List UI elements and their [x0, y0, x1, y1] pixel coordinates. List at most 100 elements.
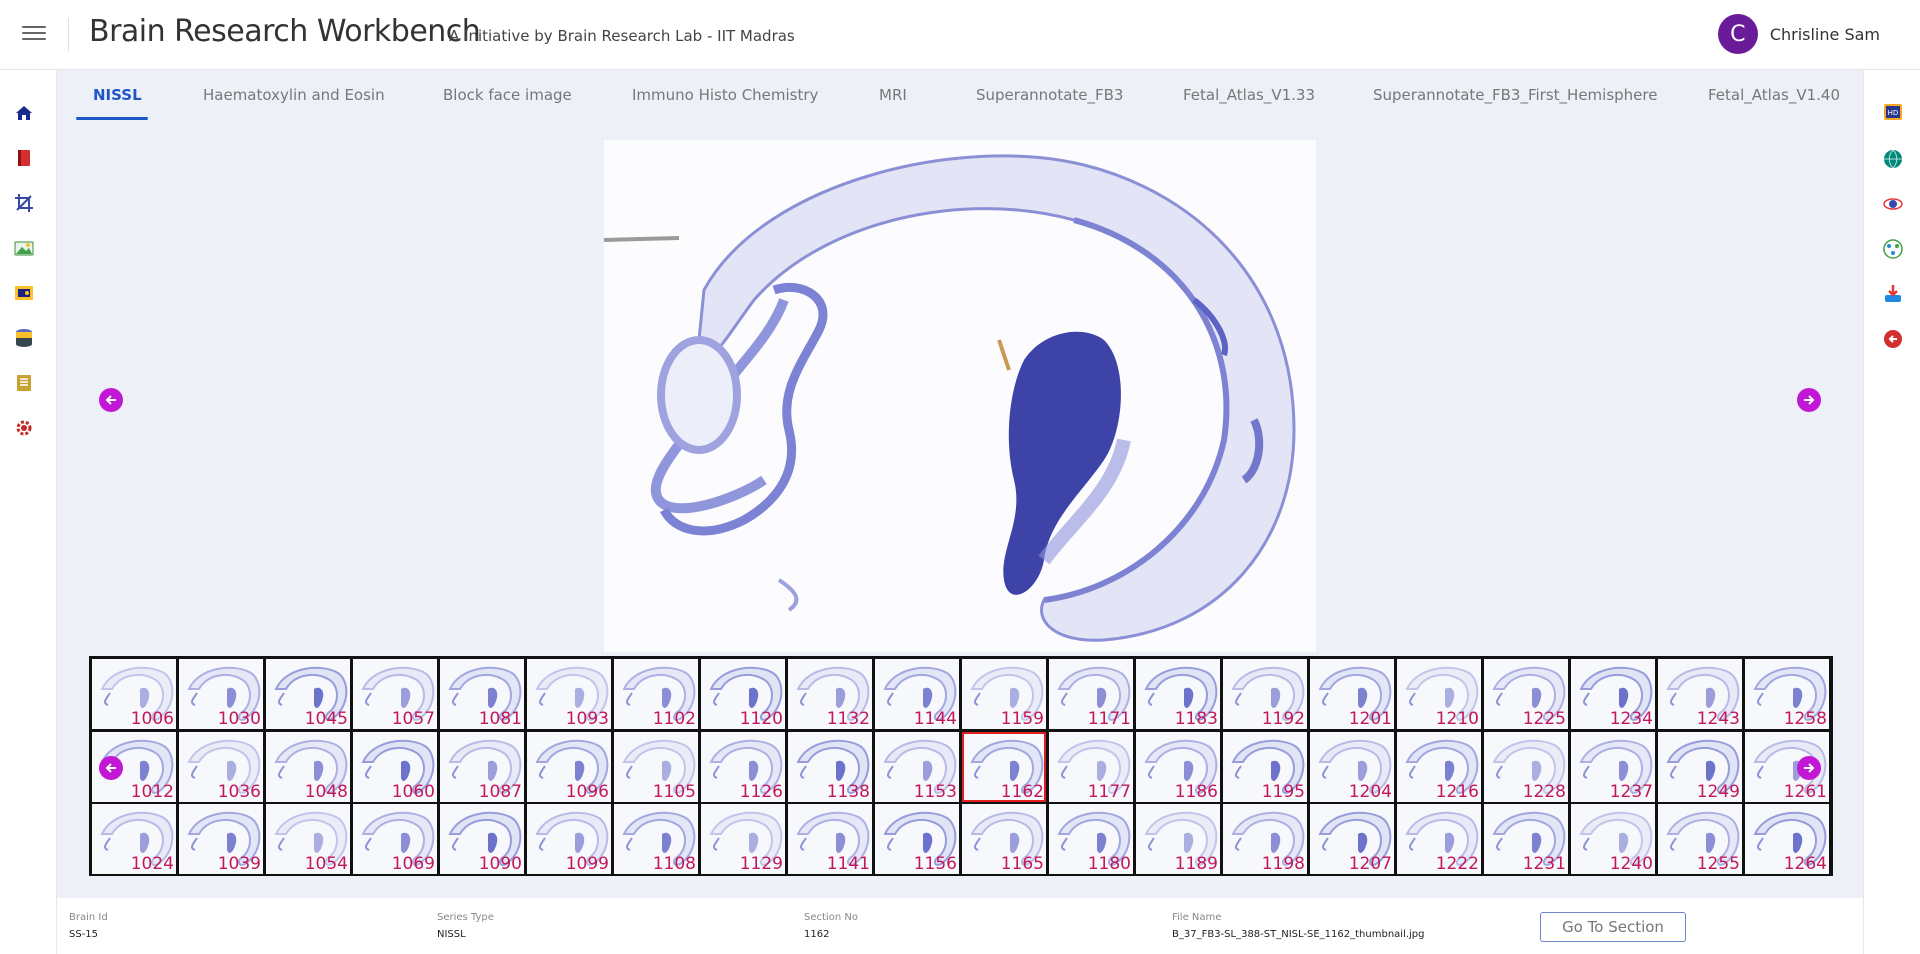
- tab-nissl[interactable]: NISSL: [93, 86, 142, 104]
- tab-immuno-histo-chemistry[interactable]: Immuno Histo Chemistry: [632, 86, 818, 104]
- go-to-section-button[interactable]: Go To Section: [1540, 912, 1686, 942]
- section-thumbnail[interactable]: 1255: [1658, 804, 1742, 875]
- slides-icon[interactable]: [14, 283, 34, 303]
- section-thumbnail[interactable]: 1129: [701, 804, 785, 875]
- thumbnail-section-number: 1090: [478, 854, 522, 875]
- section-thumbnail[interactable]: 1087: [440, 731, 524, 802]
- tab-superannotate-fb3-first-hemisphere[interactable]: Superannotate_FB3_First_Hemisphere: [1373, 86, 1657, 104]
- section-thumbnail[interactable]: 1144: [875, 659, 959, 729]
- section-thumbnail[interactable]: 1069: [353, 804, 437, 875]
- section-thumbnail[interactable]: 1141: [788, 804, 872, 875]
- section-thumbnail[interactable]: 1216: [1397, 731, 1481, 802]
- section-thumbnail[interactable]: 1234: [1571, 659, 1655, 729]
- crop-icon[interactable]: [14, 193, 34, 213]
- hd-icon[interactable]: HD: [1882, 101, 1904, 123]
- previous-section-arrow-icon[interactable]: [99, 388, 123, 412]
- section-thumbnail[interactable]: 1201: [1310, 659, 1394, 729]
- section-thumbnail[interactable]: 1048: [266, 731, 350, 802]
- settings-gear-icon[interactable]: [14, 418, 34, 438]
- section-thumbnail[interactable]: 1237: [1571, 731, 1655, 802]
- section-thumbnail[interactable]: 1060: [353, 731, 437, 802]
- back-arrow-icon[interactable]: [1882, 328, 1904, 350]
- section-thumbnail[interactable]: 1024: [92, 804, 176, 875]
- section-thumbnail[interactable]: 1192: [1223, 659, 1307, 729]
- section-thumbnail[interactable]: 1162: [962, 731, 1046, 802]
- section-thumbnail[interactable]: 1036: [179, 731, 263, 802]
- download-icon[interactable]: [1882, 283, 1904, 305]
- section-thumbnail[interactable]: 1120: [701, 659, 785, 729]
- database-icon[interactable]: [14, 328, 34, 348]
- section-thumbnail[interactable]: 1249: [1658, 731, 1742, 802]
- section-thumbnail[interactable]: 1054: [266, 804, 350, 875]
- section-thumbnail[interactable]: 1006: [92, 659, 176, 729]
- section-thumbnail[interactable]: 1264: [1745, 804, 1829, 875]
- section-thumbnail[interactable]: 1153: [875, 731, 959, 802]
- notebook-icon[interactable]: [14, 373, 34, 393]
- avatar[interactable]: C: [1717, 14, 1758, 54]
- tab-mri[interactable]: MRI: [879, 86, 907, 104]
- section-thumbnail[interactable]: 1243: [1658, 659, 1742, 729]
- section-thumbnail[interactable]: 1138: [788, 731, 872, 802]
- section-thumbnail[interactable]: 1132: [788, 659, 872, 729]
- section-thumbnail[interactable]: 1081: [440, 659, 524, 729]
- globe-icon[interactable]: [1882, 148, 1904, 170]
- tab-haematoxylin-eosin[interactable]: Haematoxylin and Eosin: [203, 86, 385, 104]
- section-thumbnail[interactable]: 1057: [353, 659, 437, 729]
- user-menu[interactable]: C Chrisline Sam: [1717, 14, 1880, 54]
- section-thumbnail[interactable]: 1039: [179, 804, 263, 875]
- section-thumbnail[interactable]: 1225: [1484, 659, 1568, 729]
- image-gallery-icon[interactable]: [14, 238, 34, 258]
- section-thumbnail[interactable]: 1222: [1397, 804, 1481, 875]
- section-thumbnail[interactable]: 1189: [1136, 804, 1220, 875]
- section-thumbnail[interactable]: 1099: [527, 804, 611, 875]
- thumbnails-next-arrow-icon[interactable]: [1797, 756, 1821, 780]
- brain-section-image: [604, 140, 1316, 652]
- thumbnails-previous-arrow-icon[interactable]: [99, 756, 123, 780]
- section-thumbnail[interactable]: 1204: [1310, 731, 1394, 802]
- thumbnail-section-number: 1099: [565, 854, 609, 875]
- section-thumbnail[interactable]: 1228: [1484, 731, 1568, 802]
- section-thumbnail[interactable]: 1195: [1223, 731, 1307, 802]
- orbit-icon[interactable]: [1882, 193, 1904, 215]
- section-thumbnail[interactable]: 1210: [1397, 659, 1481, 729]
- network-icon[interactable]: [1882, 238, 1904, 260]
- tab-fetal-atlas-v140[interactable]: Fetal_Atlas_V1.40: [1708, 86, 1840, 104]
- file-name-field: File Name B_37_FB3-SL_388-ST_NISL-SE_116…: [1172, 912, 1425, 940]
- section-thumbnail[interactable]: 1126: [701, 731, 785, 802]
- section-thumbnail[interactable]: 1186: [1136, 731, 1220, 802]
- thumbnail-section-number: 1024: [130, 854, 174, 875]
- section-thumbnail[interactable]: 1171: [1049, 659, 1133, 729]
- section-thumbnail[interactable]: 1159: [962, 659, 1046, 729]
- section-thumbnail[interactable]: 1198: [1223, 804, 1307, 875]
- section-image-viewer[interactable]: [604, 140, 1316, 652]
- section-thumbnail[interactable]: 1180: [1049, 804, 1133, 875]
- section-thumbnail[interactable]: 1108: [614, 804, 698, 875]
- tab-block-face-image[interactable]: Block face image: [443, 86, 572, 104]
- thumbnail-section-number: 1006: [130, 709, 174, 729]
- book-icon[interactable]: [14, 148, 34, 168]
- section-thumbnail[interactable]: 1231: [1484, 804, 1568, 875]
- section-thumbnail[interactable]: 1258: [1745, 659, 1829, 729]
- tab-fetal-atlas-v133[interactable]: Fetal_Atlas_V1.33: [1183, 86, 1315, 104]
- home-icon[interactable]: [14, 103, 34, 123]
- hamburger-menu-icon[interactable]: [22, 22, 46, 42]
- thumbnail-section-number: 1057: [391, 709, 435, 729]
- section-thumbnail[interactable]: 1090: [440, 804, 524, 875]
- section-thumbnail[interactable]: 1240: [1571, 804, 1655, 875]
- next-section-arrow-icon[interactable]: [1797, 388, 1821, 412]
- thumbnail-section-number: 1036: [217, 781, 261, 802]
- section-thumbnail[interactable]: 1093: [527, 659, 611, 729]
- section-thumbnail[interactable]: 1177: [1049, 731, 1133, 802]
- section-thumbnail[interactable]: 1183: [1136, 659, 1220, 729]
- section-thumbnail[interactable]: 1045: [266, 659, 350, 729]
- section-thumbnail[interactable]: 1156: [875, 804, 959, 875]
- section-thumbnail[interactable]: 1105: [614, 731, 698, 802]
- section-thumbnail[interactable]: 1165: [962, 804, 1046, 875]
- thumbnail-section-number: 1030: [217, 709, 261, 729]
- section-thumbnail[interactable]: 1102: [614, 659, 698, 729]
- section-thumbnail[interactable]: 1096: [527, 731, 611, 802]
- tab-superannotate-fb3[interactable]: Superannotate_FB3: [976, 86, 1123, 104]
- app-title: Brain Research Workbench: [89, 14, 481, 49]
- section-thumbnail[interactable]: 1030: [179, 659, 263, 729]
- section-thumbnail[interactable]: 1207: [1310, 804, 1394, 875]
